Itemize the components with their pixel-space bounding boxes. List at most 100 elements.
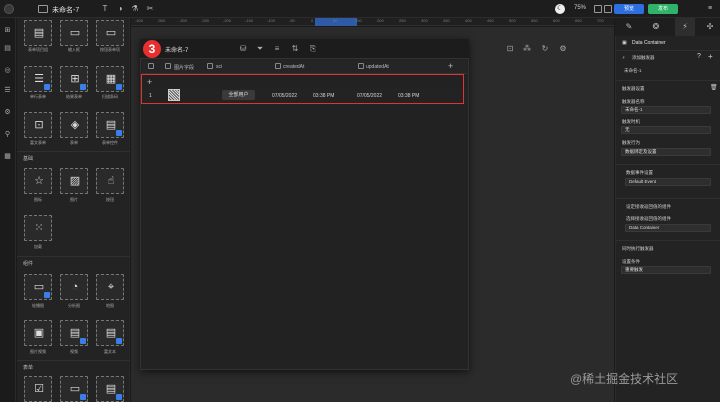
component-map[interactable]: ⌖ xyxy=(96,274,124,300)
current-trigger-name[interactable]: 未命名-1 xyxy=(624,68,642,74)
preview-button[interactable]: 预览 xyxy=(614,4,644,14)
add-trigger-button[interactable]: + xyxy=(708,52,713,61)
trigger-name-input[interactable]: 未命名-1 xyxy=(621,106,711,114)
pages-icon[interactable]: ▤ xyxy=(3,44,12,53)
component-media[interactable]: ▣ xyxy=(24,320,52,346)
components-icon[interactable]: ⊞ xyxy=(3,26,12,35)
return-component-select[interactable]: Data Container xyxy=(625,224,711,232)
component-icon[interactable]: ☆ xyxy=(24,168,52,194)
data-event-select[interactable]: Default Event xyxy=(625,178,711,186)
trigger-condition-select[interactable]: 重要触发 xyxy=(621,266,711,274)
component-form[interactable]: ◈ xyxy=(60,112,88,138)
data-source-icon[interactable]: ⛁ xyxy=(238,44,248,54)
grid-icon[interactable]: ⁂ xyxy=(522,44,532,54)
component-label: 扫描条码 xyxy=(102,94,118,99)
component-name: Data Container xyxy=(632,40,666,46)
component-form-group[interactable]: ▤ xyxy=(24,20,52,46)
zoom-level[interactable]: 75% xyxy=(574,5,586,11)
help-icon[interactable]: ? xyxy=(697,53,701,60)
horizontal-ruler: -400 -350 -300 -250 -200 -150 -100 -50 0 50 100 200… xyxy=(131,18,614,26)
component-richtext[interactable]: ▤ xyxy=(96,320,124,346)
component-loading[interactable]: ⁙ xyxy=(24,215,52,241)
component-carousel[interactable]: ▭ xyxy=(24,274,52,300)
column-header[interactable]: createdAt xyxy=(283,64,304,70)
component-chart[interactable]: ◔ xyxy=(60,274,88,300)
data-icon[interactable]: ◎ xyxy=(3,66,12,75)
trigger-time-select[interactable]: 无 xyxy=(621,126,711,134)
theme-toggle-icon[interactable]: ☾ xyxy=(555,4,565,14)
divider xyxy=(615,198,720,199)
sort-icon[interactable]: ≡ xyxy=(272,44,282,54)
component-label: 富文本 xyxy=(104,349,116,354)
component-button-field[interactable]: ▭ xyxy=(96,20,124,46)
export-icon[interactable]: ⎘ xyxy=(308,44,318,54)
style-tab-icon[interactable]: ✎ xyxy=(622,21,636,33)
publish-button[interactable]: 发布 xyxy=(648,4,678,14)
component-barcode[interactable]: ▦ xyxy=(96,66,124,92)
container-title: 未命名-7 xyxy=(165,48,189,54)
sidebar-toggle-icon[interactable] xyxy=(38,5,48,13)
contrast-icon[interactable]: ◑ xyxy=(115,4,125,14)
project-title[interactable]: 未命名-7 xyxy=(52,5,79,15)
badge-icon xyxy=(44,84,50,90)
component-single-row-form[interactable]: ☰ xyxy=(24,66,52,92)
divider xyxy=(615,164,720,165)
component-button[interactable]: ☝ xyxy=(96,168,124,194)
layout-icon[interactable] xyxy=(604,5,612,13)
trigger-icon: ⚡ xyxy=(622,55,626,60)
column-header[interactable]: sci xyxy=(216,64,222,70)
container-header xyxy=(140,39,469,59)
component-label: 图片视频 xyxy=(30,349,46,354)
expand-icon[interactable]: ⊡ xyxy=(505,44,515,54)
more-menu-icon[interactable]: ≡ xyxy=(708,5,712,12)
settings-icon[interactable]: ⚙ xyxy=(558,44,568,54)
component-select[interactable]: ▤ xyxy=(96,376,124,402)
trigger-condition-label: 设置条件 xyxy=(622,259,640,264)
paint-icon[interactable]: ⚗ xyxy=(130,4,140,14)
component-video[interactable]: ▤ xyxy=(60,320,88,346)
component-label: 表单项目组 xyxy=(28,47,48,52)
column-header[interactable]: 图片字段 xyxy=(174,64,194,71)
api-icon[interactable]: ⚙ xyxy=(3,108,12,117)
column-header[interactable]: updatedAt xyxy=(366,64,389,70)
component-richtext-form[interactable]: ⊡ xyxy=(24,112,52,138)
component-input[interactable]: ▭ xyxy=(60,20,88,46)
tools-icon[interactable]: ✂ xyxy=(145,4,155,14)
delete-icon[interactable]: 🗑 xyxy=(710,84,718,91)
badge-icon xyxy=(80,394,86,400)
button-icon: ☝ xyxy=(107,175,115,187)
trigger-tab-icon[interactable]: ⚡ xyxy=(678,21,692,33)
add-column-button[interactable]: + xyxy=(448,61,453,71)
component-label: 表单 xyxy=(70,140,78,145)
map-icon: ⌖ xyxy=(107,281,115,293)
component-textarea[interactable]: ▭ xyxy=(60,376,88,402)
component-label: 视频 xyxy=(70,349,78,354)
app-logo[interactable] xyxy=(4,4,14,14)
ruler-tick: 50 xyxy=(333,18,338,23)
component-image[interactable]: ▨ xyxy=(60,168,88,194)
divider xyxy=(615,80,720,81)
text-tool-icon[interactable]: T xyxy=(100,4,110,14)
trigger-action-select[interactable]: 数据绑定及设置 xyxy=(621,148,711,156)
sync-trigger-label: 同时执行触发器 xyxy=(622,246,654,251)
filter-icon[interactable]: ⏷ xyxy=(255,44,265,54)
settings-icon[interactable]: ⚲ xyxy=(3,130,12,139)
badge-icon xyxy=(80,338,86,344)
advanced-tab-icon[interactable]: ✣ xyxy=(703,21,717,33)
badge-icon xyxy=(116,84,122,90)
divider xyxy=(17,360,130,361)
component-label: 分析图 xyxy=(68,303,80,308)
component-result-form[interactable]: ⊞ xyxy=(60,66,88,92)
refresh-icon[interactable]: ↻ xyxy=(540,44,550,54)
device-icon[interactable] xyxy=(594,5,602,13)
badge-icon xyxy=(80,84,86,90)
fields-icon[interactable]: ⇅ xyxy=(290,44,300,54)
select-all-checkbox[interactable] xyxy=(148,63,154,69)
image-icon: ▨ xyxy=(69,175,81,187)
table-icon[interactable]: ▦ xyxy=(3,152,12,161)
star-icon: ☆ xyxy=(34,175,44,187)
layers-icon[interactable]: ☰ xyxy=(3,86,12,95)
component-checkbox[interactable]: ☑ xyxy=(24,376,52,402)
component-form-control[interactable]: ▤ xyxy=(96,112,124,138)
data-tab-icon[interactable]: ❂ xyxy=(649,21,663,33)
